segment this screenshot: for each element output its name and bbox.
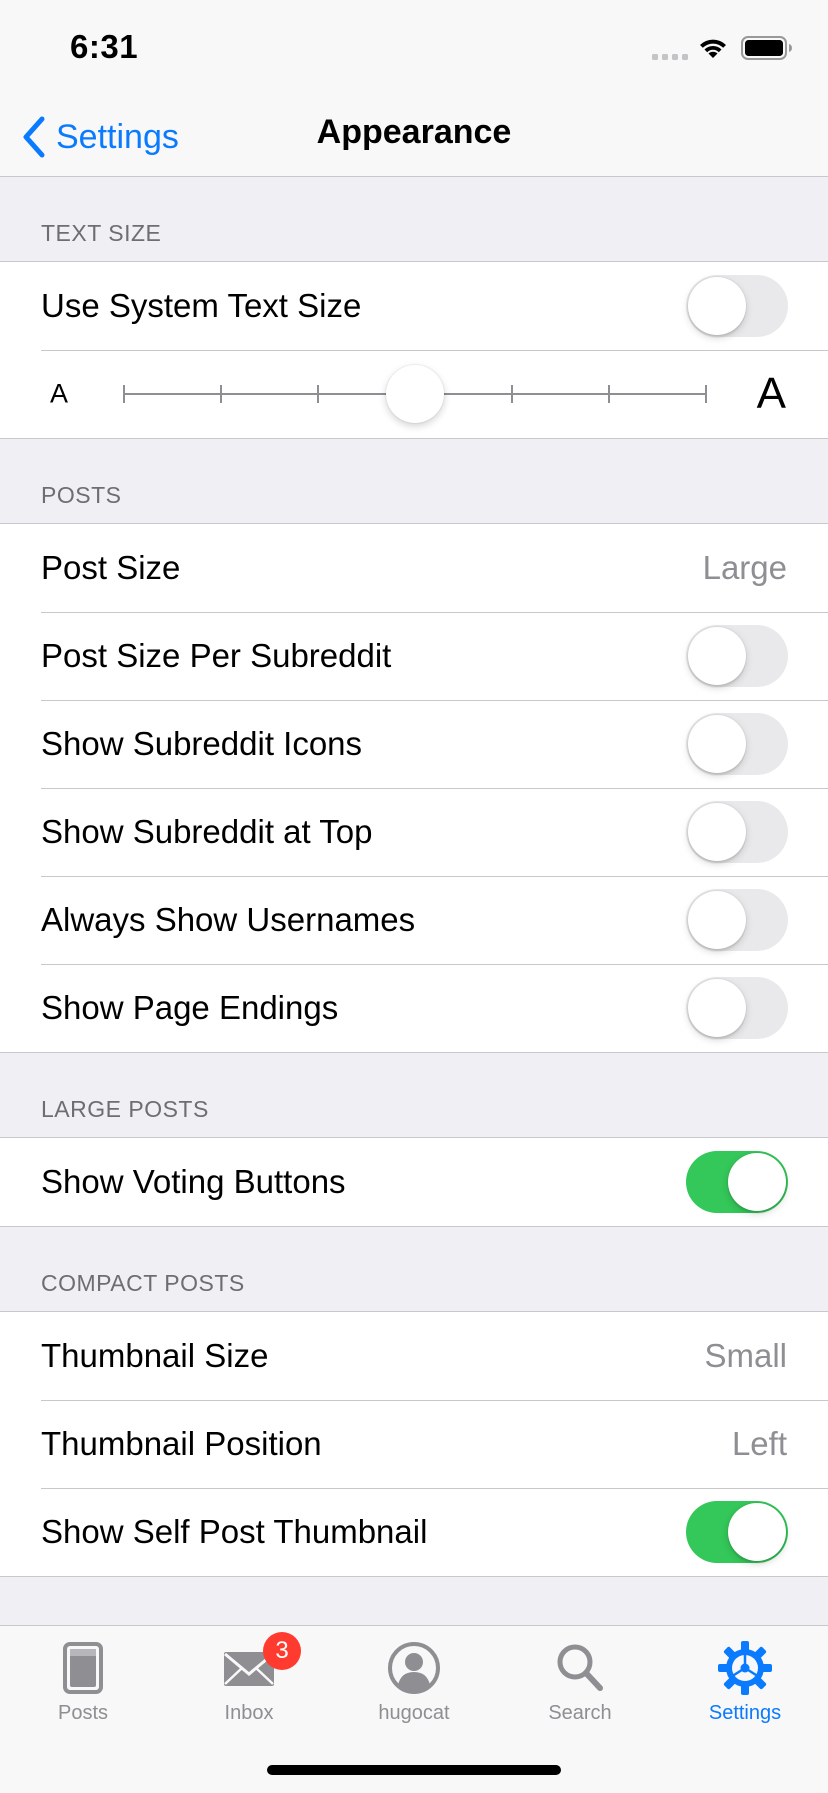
text-size-small-label: A: [50, 378, 69, 409]
tab-search[interactable]: Search: [497, 1626, 663, 1736]
section-header-text-size: TEXT SIZE: [41, 220, 162, 246]
compact-posts-group: Thumbnail Size Small Thumbnail Position …: [0, 1311, 828, 1577]
section-header-compact-posts: COMPACT POSTS: [41, 1270, 245, 1296]
thumbnail-size-value: Small: [704, 1337, 787, 1374]
use-system-text-size-row: Use System Text Size: [0, 262, 828, 350]
show-page-endings-row: Show Page Endings: [0, 964, 828, 1052]
tab-settings-label: Settings: [708, 1702, 782, 1724]
tab-posts-label: Posts: [57, 1702, 109, 1724]
tab-search-label: Search: [548, 1702, 612, 1724]
show-subreddit-icons-label: Show Subreddit Icons: [41, 725, 363, 762]
posts-group: Post Size Large Post Size Per Subreddit …: [0, 523, 828, 1053]
settings-list[interactable]: TEXT SIZE Use System Text Size A A POSTS…: [0, 177, 828, 1625]
inbox-badge: 3: [263, 1632, 301, 1670]
show-voting-buttons-row: Show Voting Buttons: [0, 1138, 828, 1226]
thumbnail-size-label: Thumbnail Size: [41, 1337, 269, 1374]
post-size-value: Large: [702, 549, 787, 586]
text-size-group: Use System Text Size A A: [0, 261, 828, 439]
tab-account-label: hugocat: [378, 1702, 450, 1724]
tab-inbox[interactable]: 3 Inbox: [166, 1626, 332, 1736]
text-size-slider-row: A A: [0, 350, 828, 438]
section-header-posts: POSTS: [41, 482, 122, 508]
page-title: Appearance: [316, 113, 512, 151]
slider-tick: [123, 385, 125, 403]
use-system-text-size-label: Use System Text Size: [41, 287, 362, 324]
show-self-post-thumbnail-row: Show Self Post Thumbnail: [0, 1488, 828, 1576]
always-show-usernames-toggle[interactable]: [686, 889, 788, 951]
slider-tick: [511, 385, 513, 403]
post-size-label: Post Size: [41, 549, 181, 586]
slider-tick: [220, 385, 222, 403]
tab-posts[interactable]: Posts: [0, 1626, 166, 1736]
status-bar: 6:31: [0, 0, 828, 100]
thumbnail-position-value: Left: [731, 1425, 787, 1462]
show-page-endings-label: Show Page Endings: [41, 989, 339, 1026]
search-icon: [557, 1644, 603, 1691]
gear-icon: [718, 1641, 772, 1695]
show-subreddit-icons-row: Show Subreddit Icons: [0, 700, 828, 788]
show-subreddit-at-top-toggle[interactable]: [686, 801, 788, 863]
thumbnail-size-row[interactable]: Thumbnail Size Small: [0, 1312, 828, 1400]
slider-tick: [705, 385, 707, 403]
always-show-usernames-label: Always Show Usernames: [41, 901, 416, 938]
show-self-post-thumbnail-toggle[interactable]: [686, 1501, 788, 1563]
posts-icon: [63, 1642, 103, 1694]
show-subreddit-at-top-label: Show Subreddit at Top: [41, 813, 373, 850]
account-icon: [388, 1642, 440, 1694]
post-size-per-subreddit-row: Post Size Per Subreddit: [0, 612, 828, 700]
wifi-icon: [700, 39, 726, 58]
show-subreddit-icons-toggle[interactable]: [686, 713, 788, 775]
show-voting-buttons-label: Show Voting Buttons: [41, 1163, 346, 1200]
navigation-bar: Settings Appearance: [0, 100, 828, 177]
post-size-row[interactable]: Post Size Large: [0, 524, 828, 612]
thumbnail-position-row[interactable]: Thumbnail Position Left: [0, 1400, 828, 1488]
slider-tick: [608, 385, 610, 403]
home-indicator: [267, 1765, 561, 1775]
tab-inbox-label: Inbox: [224, 1702, 274, 1724]
show-self-post-thumbnail-label: Show Self Post Thumbnail: [41, 1513, 428, 1550]
post-size-per-subreddit-toggle[interactable]: [686, 625, 788, 687]
status-time: 6:31: [70, 28, 139, 65]
use-system-text-size-toggle[interactable]: [686, 275, 788, 337]
text-size-slider-knob[interactable]: [386, 365, 444, 423]
show-voting-buttons-toggle[interactable]: [686, 1151, 788, 1213]
tab-account[interactable]: hugocat: [331, 1626, 497, 1736]
text-size-large-label: A: [756, 369, 786, 418]
slider-tick: [317, 385, 319, 403]
battery-icon: [741, 36, 792, 60]
show-subreddit-at-top-row: Show Subreddit at Top: [0, 788, 828, 876]
thumbnail-position-label: Thumbnail Position: [41, 1425, 322, 1462]
section-header-large-posts: LARGE POSTS: [41, 1096, 209, 1122]
large-posts-group: Show Voting Buttons: [0, 1137, 828, 1227]
show-page-endings-toggle[interactable]: [686, 977, 788, 1039]
cellular-signal-icon: [652, 54, 688, 60]
always-show-usernames-row: Always Show Usernames: [0, 876, 828, 964]
tab-settings[interactable]: Settings: [662, 1626, 828, 1736]
post-size-per-subreddit-label: Post Size Per Subreddit: [41, 637, 392, 674]
